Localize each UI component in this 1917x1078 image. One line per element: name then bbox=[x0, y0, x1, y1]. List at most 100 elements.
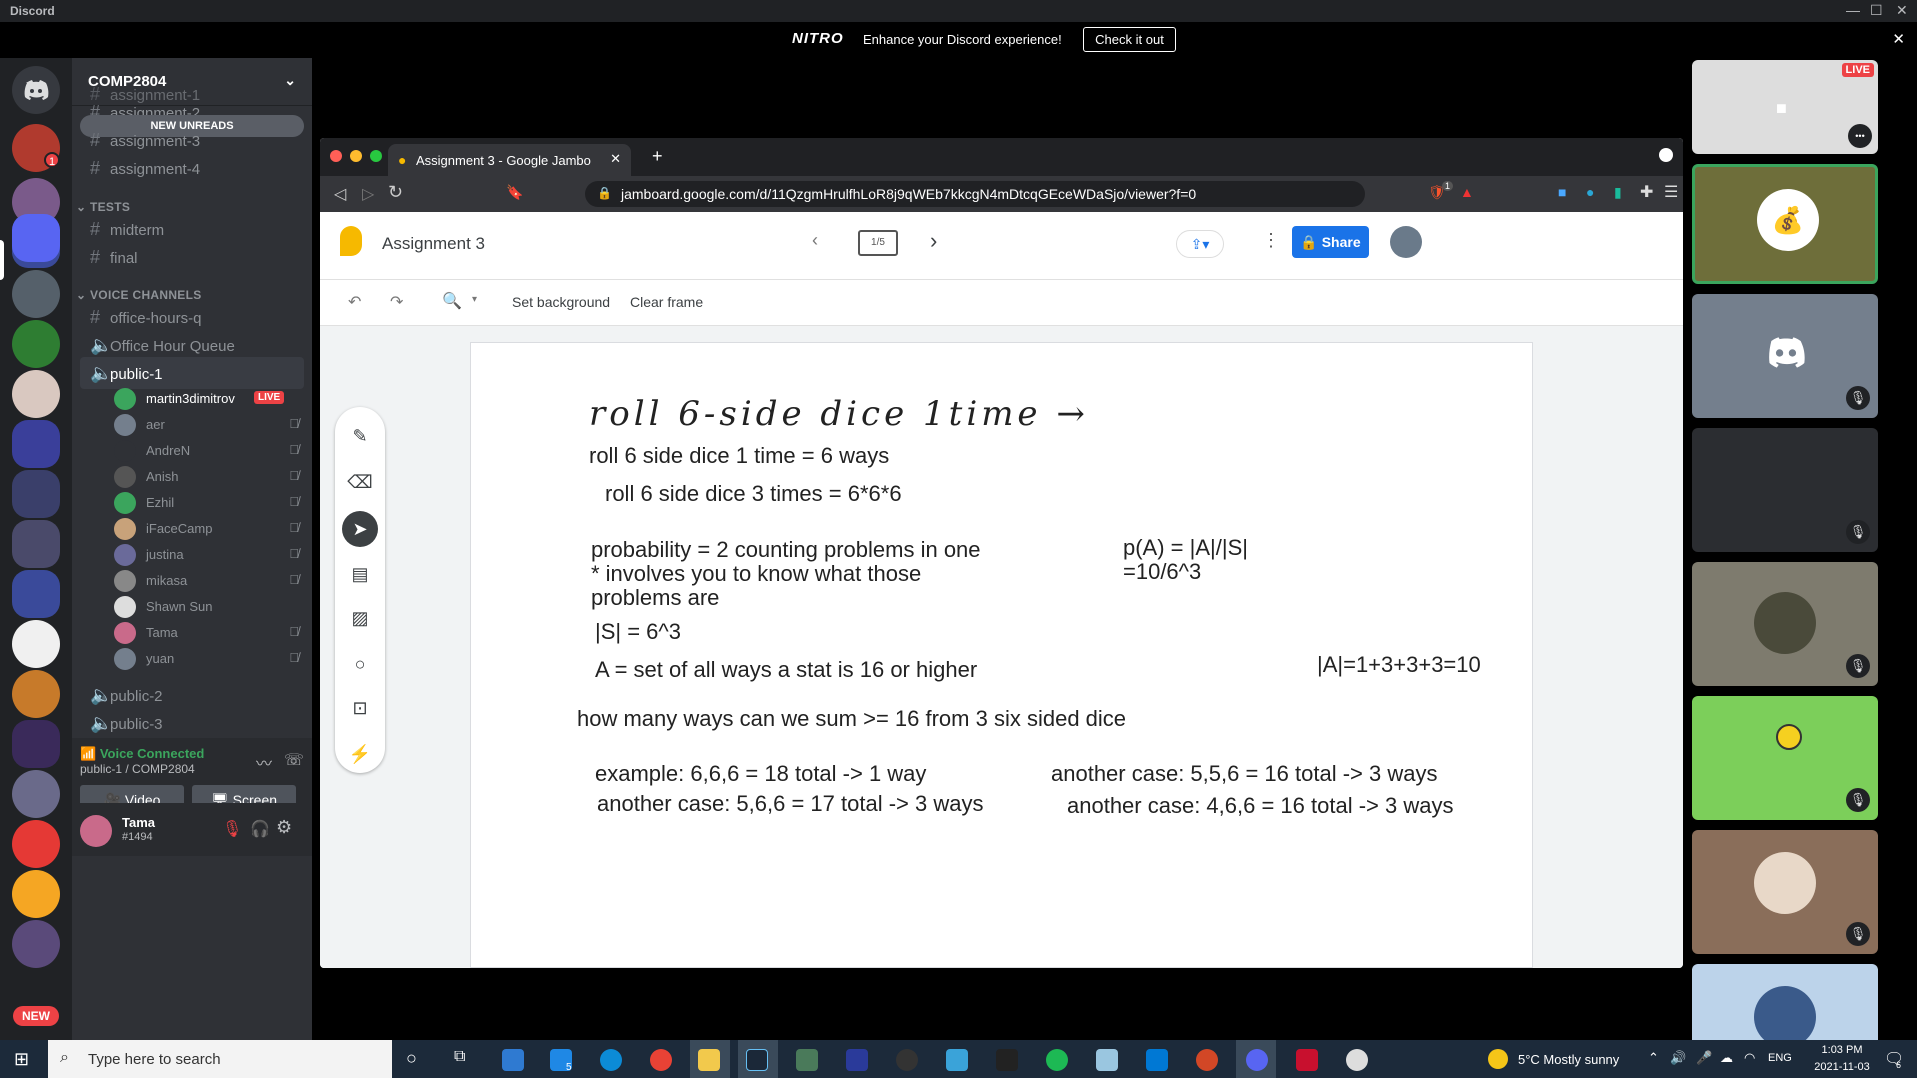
menu-icon[interactable]: ☰ bbox=[1664, 182, 1678, 202]
server-folder-3[interactable] bbox=[12, 470, 60, 518]
onedrive-icon[interactable]: ☁ bbox=[1720, 1050, 1733, 1066]
clear-frame-button[interactable]: Clear frame bbox=[630, 294, 703, 310]
present-icon[interactable]: ⇪▾ bbox=[1176, 230, 1224, 258]
reload-icon[interactable]: ↻ bbox=[388, 182, 403, 203]
bookmark-icon[interactable]: 🔖 bbox=[506, 184, 523, 201]
wifi-icon[interactable]: ◠ bbox=[1744, 1050, 1755, 1066]
server-icon-10[interactable] bbox=[12, 870, 60, 918]
server-icon-7[interactable] bbox=[12, 670, 60, 718]
avatar[interactable] bbox=[80, 815, 112, 847]
text-box-icon[interactable]: ⊡ bbox=[345, 693, 375, 723]
cortana-icon[interactable]: ○ bbox=[406, 1048, 417, 1069]
category-tests[interactable]: ⌄ TESTS bbox=[76, 200, 130, 214]
server-icon-4[interactable] bbox=[12, 320, 60, 368]
video-tile[interactable] bbox=[1692, 964, 1878, 1040]
windows-start-icon[interactable]: ⊞ bbox=[14, 1049, 29, 1070]
voice-user[interactable]: aer 🎙̸ bbox=[114, 412, 309, 438]
mic-icon[interactable]: 🎤 bbox=[1696, 1050, 1712, 1066]
extension-icon[interactable]: ■ bbox=[1558, 184, 1566, 200]
chrome-icon[interactable] bbox=[650, 1049, 672, 1071]
server-folder-5[interactable] bbox=[12, 570, 60, 618]
voice-channel-public-3[interactable]: 🔈public-3 bbox=[80, 707, 304, 739]
share-button[interactable]: 🔒 Share bbox=[1292, 226, 1369, 258]
acrobat-icon[interactable] bbox=[1296, 1049, 1318, 1071]
new-tab-icon[interactable]: + bbox=[652, 146, 663, 167]
sticky-note-icon[interactable]: ▤ bbox=[345, 559, 375, 589]
undo-icon[interactable]: ↶ bbox=[348, 292, 361, 312]
file-explorer-icon[interactable] bbox=[698, 1049, 720, 1071]
video-tile-speaking[interactable]: 💰 bbox=[1692, 164, 1878, 284]
channel-assignment-4[interactable]: # assignment-4 bbox=[80, 152, 304, 184]
edge-icon[interactable] bbox=[600, 1049, 622, 1071]
app-icon[interactable] bbox=[896, 1049, 918, 1071]
spotify-icon[interactable] bbox=[1046, 1049, 1068, 1071]
close-banner-icon[interactable]: ✕ bbox=[1892, 30, 1905, 48]
pen-icon[interactable]: ✎ bbox=[345, 421, 375, 451]
close-tab-icon[interactable]: ✕ bbox=[610, 151, 621, 167]
app-icon[interactable] bbox=[1096, 1049, 1118, 1071]
voice-user[interactable]: martin3dimitrov LIVE bbox=[114, 386, 309, 412]
app-icon[interactable] bbox=[996, 1049, 1018, 1071]
image-icon[interactable]: ▨ bbox=[345, 603, 375, 633]
back-icon[interactable]: ◁ bbox=[334, 184, 346, 204]
jam-frame[interactable]: roll 6-side dice 1time → roll 6 side dic… bbox=[470, 342, 1533, 968]
window-menu-icon[interactable] bbox=[1659, 148, 1673, 162]
maximize-dot[interactable] bbox=[370, 150, 382, 162]
forward-icon[interactable]: ▷ bbox=[362, 184, 374, 204]
powerpoint-icon[interactable] bbox=[1196, 1049, 1218, 1071]
channel-final[interactable]: # final bbox=[80, 241, 304, 273]
minimize-button[interactable]: — bbox=[1846, 2, 1860, 18]
discord-taskbar-icon[interactable] bbox=[1246, 1049, 1268, 1071]
voice-user[interactable]: mikasa 🎙̸ bbox=[114, 568, 309, 594]
frame-counter[interactable]: 1/5 bbox=[858, 230, 898, 256]
browser-tab[interactable]: ● Assignment 3 - Google Jambo ✕ bbox=[388, 144, 631, 176]
video-tile[interactable]: 🎙 bbox=[1692, 562, 1878, 686]
stream-preview-tile[interactable]: LIVE ■ ••• bbox=[1692, 60, 1878, 154]
app-icon[interactable] bbox=[1346, 1049, 1368, 1071]
app-icon[interactable] bbox=[946, 1049, 968, 1071]
volume-icon[interactable]: 🔊 bbox=[1670, 1050, 1686, 1066]
voice-user[interactable]: Ezhil 🎙̸ bbox=[114, 490, 309, 516]
disconnect-icon[interactable]: ☏ bbox=[284, 750, 304, 770]
maximize-button[interactable]: ☐ bbox=[1870, 2, 1883, 19]
voice-user[interactable]: justina 🎙̸ bbox=[114, 542, 309, 568]
redo-icon[interactable]: ↷ bbox=[390, 292, 403, 312]
clock-time[interactable]: 1:03 PM bbox=[1808, 1044, 1876, 1056]
language-indicator[interactable]: ENG bbox=[1768, 1052, 1792, 1064]
noise-suppression-icon[interactable]: 〰 bbox=[256, 750, 272, 774]
server-icon-6[interactable] bbox=[12, 620, 60, 668]
weather-text[interactable]: 5°C Mostly sunny bbox=[1518, 1052, 1619, 1067]
voice-channel-public-1[interactable]: 🔈public-1 bbox=[80, 357, 304, 389]
server-folder-2[interactable] bbox=[12, 420, 60, 468]
check-it-out-button[interactable]: Check it out bbox=[1083, 27, 1176, 52]
more-vert-icon[interactable]: ⋮ bbox=[1262, 230, 1280, 251]
video-tile[interactable]: 🎙 bbox=[1692, 294, 1878, 418]
voice-user[interactable]: Tama 🎙̸ bbox=[114, 620, 309, 646]
eraser-icon[interactable]: ⌫ bbox=[345, 467, 375, 497]
video-tile[interactable]: 🎙 bbox=[1692, 830, 1878, 954]
video-tile[interactable]: 🎙 bbox=[1692, 696, 1878, 820]
clock-date[interactable]: 2021-11-03 bbox=[1808, 1061, 1876, 1073]
gear-icon[interactable]: ⚙ bbox=[276, 817, 292, 838]
prev-frame-icon[interactable]: ‹ bbox=[812, 230, 818, 251]
category-voice-channels[interactable]: ⌄ VOICE CHANNELS bbox=[76, 288, 202, 302]
current-server[interactable] bbox=[12, 214, 60, 262]
muted-mic-icon[interactable]: 🎙 bbox=[222, 819, 242, 839]
app-icon[interactable] bbox=[846, 1049, 868, 1071]
app-icon[interactable] bbox=[796, 1049, 818, 1071]
server-icon-9[interactable] bbox=[12, 820, 60, 868]
zoom-icon[interactable]: 🔍 bbox=[442, 291, 462, 311]
voice-user[interactable]: Anish 🎙̸ bbox=[114, 464, 309, 490]
notification-icon[interactable]: 🗨 bbox=[1884, 1049, 1904, 1069]
zoom-dropdown-icon[interactable]: ▾ bbox=[472, 294, 477, 305]
server-icon-5[interactable] bbox=[12, 370, 60, 418]
server-icon-3[interactable] bbox=[12, 270, 60, 318]
task-view-icon[interactable]: ⧉ bbox=[454, 1048, 465, 1066]
minimize-dot[interactable] bbox=[350, 150, 362, 162]
close-button[interactable]: ✕ bbox=[1896, 2, 1908, 19]
more-icon[interactable]: ••• bbox=[1848, 124, 1872, 148]
set-background-button[interactable]: Set background bbox=[512, 294, 610, 310]
brave-rewards-icon[interactable]: ▲ bbox=[1460, 184, 1474, 200]
store-icon[interactable] bbox=[502, 1049, 524, 1071]
server-folder-6[interactable] bbox=[12, 720, 60, 768]
